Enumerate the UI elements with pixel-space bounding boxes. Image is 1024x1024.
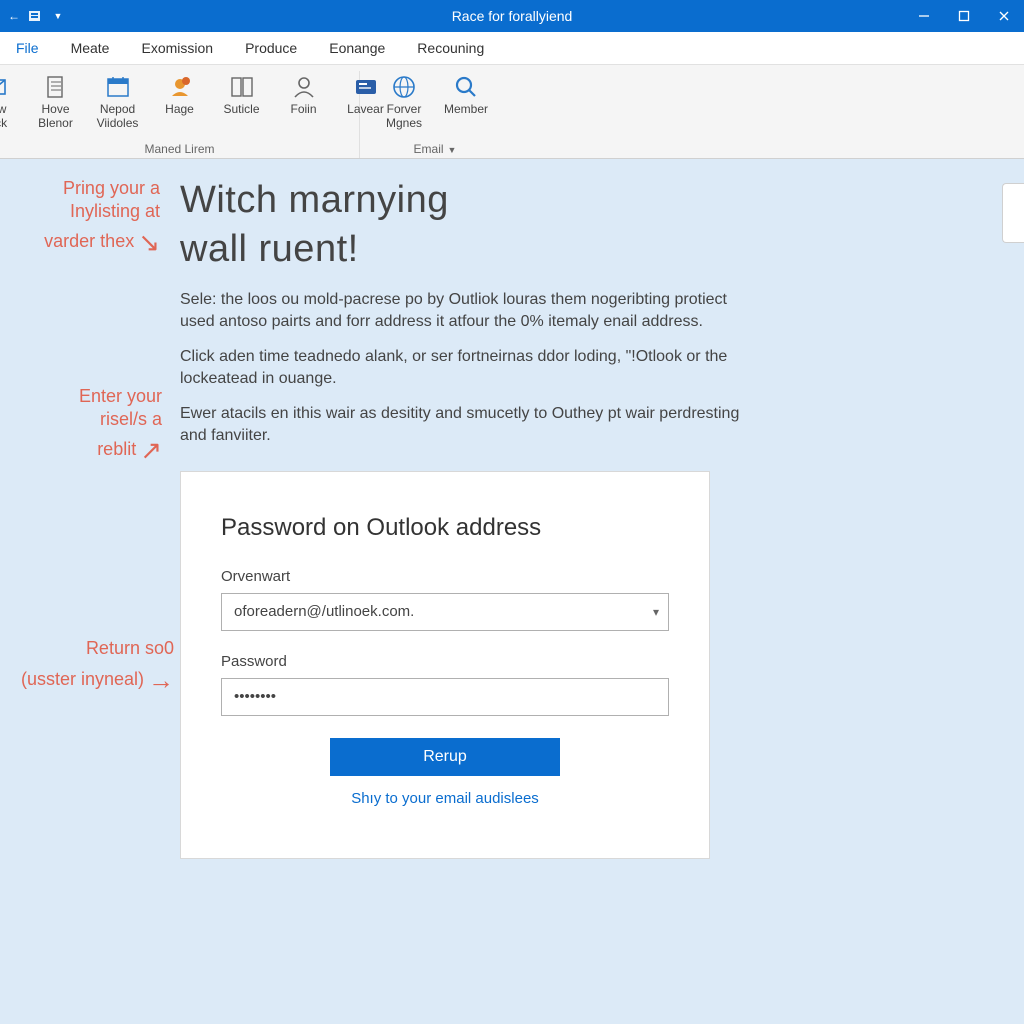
down-caret-icon[interactable]: ▼ — [50, 8, 66, 24]
document-icon — [42, 73, 70, 101]
menu-item-1[interactable]: Exomission — [125, 32, 229, 64]
arrow-icon: ↗ — [140, 434, 162, 467]
email-field[interactable] — [221, 593, 669, 631]
email-select-wrap[interactable]: ▾ — [221, 593, 669, 631]
password-label: Password — [221, 653, 669, 670]
ribbon: ViewCock HoveBlenor NepodViidoles Hage S… — [0, 65, 1024, 159]
envelope-icon — [0, 73, 8, 101]
menubar: File Meate Exomission Produce Eonange Re… — [0, 32, 1024, 65]
ribbon-group-label-2[interactable]: Email▼ — [414, 142, 457, 156]
ribbon-btn-hove[interactable]: HoveBlenor — [29, 71, 83, 131]
menu-item-3[interactable]: Eonange — [313, 32, 401, 64]
content-pane: Pring your a Inylisting at varder thex↘ … — [0, 159, 1024, 1024]
menu-item-2[interactable]: Produce — [229, 32, 313, 64]
titlebar: ← ▼ Race for forallyiend — [0, 0, 1024, 32]
ribbon-btn-member[interactable]: Member — [439, 71, 493, 131]
menu-item-0[interactable]: Meate — [55, 32, 126, 64]
ribbon-btn-forver[interactable]: ForverMgnes — [377, 71, 431, 131]
person-icon — [290, 73, 318, 101]
annotation-3: Return so0 (usster inyneal)→ — [14, 637, 174, 692]
app-logo-icon — [28, 8, 44, 24]
arrow-icon: → — [148, 664, 174, 697]
login-title: Password on Outlook address — [221, 514, 669, 542]
people-badge-icon — [166, 73, 194, 101]
back-icon[interactable]: ← — [6, 8, 22, 24]
search-icon — [452, 73, 480, 101]
menu-file[interactable]: File — [0, 32, 55, 64]
window-title: Race for forallyiend — [452, 8, 573, 24]
side-tab[interactable] — [1002, 183, 1024, 243]
globe-icon — [390, 73, 418, 101]
calendar-icon — [104, 73, 132, 101]
arrow-icon: ↘ — [138, 226, 160, 259]
ribbon-btn-hage[interactable]: Hage — [153, 71, 207, 131]
intro-para-1: Sele: the loos ou mold-pacrese po by Out… — [180, 289, 740, 332]
submit-button[interactable]: Rerup — [330, 738, 560, 776]
ribbon-btn-nepod[interactable]: NepodViidoles — [91, 71, 145, 131]
minimize-button[interactable] — [904, 0, 944, 32]
ribbon-group-label-1: Maned Lirem — [144, 142, 214, 156]
intro-para-3: Ewer atacils en ithis wair as desitity a… — [180, 403, 740, 446]
ribbon-btn-foiin[interactable]: Foiin — [277, 71, 331, 131]
ribbon-btn-view[interactable]: ViewCock — [0, 71, 21, 131]
alt-link[interactable]: Shıy to your email audislees — [351, 790, 539, 807]
intro-para-2: Click aden time teadnedo alank, or ser f… — [180, 346, 740, 389]
ribbon-btn-suticle[interactable]: Suticle — [215, 71, 269, 131]
maximize-button[interactable] — [944, 0, 984, 32]
panel-icon — [228, 73, 256, 101]
annotation-1: Pring your a Inylisting at varder thex↘ — [10, 177, 160, 255]
menu-item-4[interactable]: Recouning — [401, 32, 500, 64]
annotation-2: Enter your risel/s a reblit↗ — [22, 385, 162, 463]
close-button[interactable] — [984, 0, 1024, 32]
login-card: Password on Outlook address Orvenwart ▾ … — [180, 471, 710, 859]
page-heading-1: Witch marnying — [180, 179, 984, 222]
password-field[interactable] — [221, 678, 669, 716]
page-heading-2: wall ruent! — [180, 228, 984, 271]
email-label: Orvenwart — [221, 568, 669, 585]
